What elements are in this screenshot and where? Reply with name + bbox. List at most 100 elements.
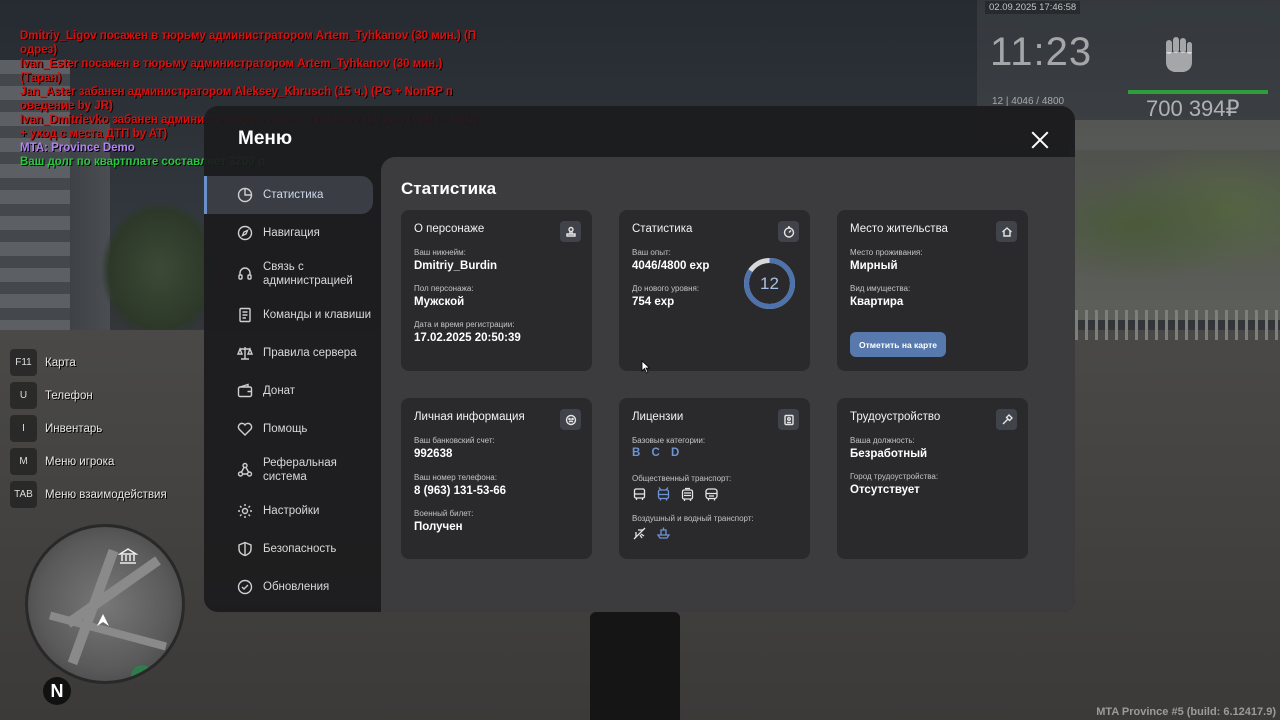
- field-work-city: Город трудоустройства: Отсутствует: [850, 472, 938, 496]
- home-icon: [996, 221, 1017, 242]
- key-cap: M: [10, 448, 37, 475]
- close-button[interactable]: [1028, 128, 1052, 152]
- hud-money: 700 394₽: [1146, 96, 1240, 121]
- boat-icon: [656, 527, 671, 539]
- keyhint-inventory: I Инвентарь: [10, 412, 167, 445]
- sidebar-item-donate[interactable]: Донат: [204, 372, 381, 410]
- field-label: Ваша должность:: [850, 436, 915, 445]
- minimap: [25, 524, 185, 684]
- sidebar-item-navigation[interactable]: Навигация: [204, 214, 381, 252]
- sidebar-item-commands[interactable]: Команды и клавиши: [204, 296, 381, 334]
- license-category: D: [671, 447, 680, 459]
- license-category: B: [632, 447, 641, 459]
- minimap-road: [67, 548, 119, 666]
- field-next-level: До нового уровня: 754 exp: [632, 284, 699, 308]
- field-value: Квартира: [850, 296, 904, 308]
- chat-line: Dmitriy_Ligov посажен в тюрьму администр…: [20, 30, 477, 56]
- card-title: О персонаже: [414, 223, 485, 235]
- document-icon: [237, 307, 253, 323]
- bus-icon: [633, 488, 646, 500]
- sidebar-item-help[interactable]: Помощь: [204, 410, 381, 448]
- tree-left: [100, 200, 220, 340]
- sidebar-item-settings[interactable]: Настройки: [204, 492, 381, 530]
- keyhint-player-menu: M Меню игрока: [10, 445, 167, 478]
- gear-icon: [237, 503, 253, 519]
- card-title: Статистика: [632, 223, 693, 235]
- plane-icon: [633, 527, 646, 540]
- air-water-transport-icons: [632, 526, 671, 541]
- headset-icon: [237, 266, 253, 282]
- field-gender: Пол персонажа: Мужской: [414, 284, 474, 308]
- wallet-icon: [237, 383, 253, 399]
- key-label: Меню игрока: [45, 455, 115, 468]
- sidebar-item-label: Обновления: [263, 581, 330, 593]
- sidebar-item-referral[interactable]: Реферальная система: [204, 448, 381, 492]
- keyhint-map: F11 Карта: [10, 346, 167, 379]
- card-stats: Статистика Ваш опыт: 4046/4800 exp До но…: [619, 210, 810, 371]
- field-label: Ваш никнейм:: [414, 248, 466, 257]
- field-nickname: Ваш никнейм: Dmitriy_Burdin: [414, 248, 497, 272]
- key-cap: F11: [10, 349, 37, 376]
- sidebar-item-updates[interactable]: Обновления: [204, 568, 381, 606]
- field-label: Пол персонажа:: [414, 284, 474, 293]
- keyhint-phone: U Телефон: [10, 379, 167, 412]
- sidebar-item-label: Навигация: [263, 227, 320, 239]
- key-label: Карта: [45, 356, 76, 369]
- shield-icon: [237, 541, 253, 557]
- key-cap: TAB: [10, 481, 37, 508]
- heart-hand-icon: [237, 421, 253, 437]
- field-value: 754 exp: [632, 296, 675, 308]
- trolleybus-icon: [657, 487, 670, 501]
- field-label: До нового уровня:: [632, 284, 700, 293]
- field-registration: Дата и время регистрации: 17.02.2025 20:…: [414, 320, 521, 344]
- compass-icon: [237, 225, 253, 241]
- bank-icon: [118, 548, 138, 564]
- sidebar-item-rules[interactable]: Правила сервера: [204, 334, 381, 372]
- card-title: Место жительства: [850, 223, 948, 235]
- field-label: Дата и время регистрации:: [414, 320, 515, 329]
- field-label: Вид имущества:: [850, 284, 911, 293]
- field-label: Воздушный и водный транспорт:: [632, 514, 754, 523]
- field-label: Ваш номер телефона:: [414, 473, 497, 482]
- field-property: Вид имущества: Квартира: [850, 284, 910, 308]
- field-label: Базовые категории:: [632, 436, 706, 445]
- sidebar-item-admin-contact[interactable]: Связь с администрацией: [204, 252, 381, 296]
- sidebar-item-statistics[interactable]: Статистика: [204, 176, 373, 214]
- field-label: Город трудоустройства:: [850, 472, 939, 481]
- card-character: О персонаже Ваш никнейм: Dmitriy_Burdin …: [401, 210, 592, 371]
- field-air-water-transport: Воздушный и водный транспорт:: [632, 514, 754, 523]
- field-value: Dmitriy_Burdin: [414, 260, 498, 272]
- field-place: Место проживания: Мирный: [850, 248, 922, 272]
- scales-icon: [236, 345, 254, 361]
- trees-right: [1075, 150, 1280, 300]
- key-label: Меню взаимодействия: [45, 488, 167, 501]
- chat-line: Ivan_Ester посажен в тюрьму администрато…: [20, 58, 443, 84]
- key-cap: I: [10, 415, 37, 442]
- license-categories: B C D: [632, 447, 687, 459]
- field-value: 17.02.2025 20:50:39: [414, 332, 521, 344]
- health-bar: [1128, 90, 1268, 94]
- sidebar-item-label: Команды и клавиши: [263, 309, 371, 321]
- menu-title: Меню: [238, 128, 293, 149]
- key-label: Инвентарь: [45, 422, 103, 435]
- build-info: MTA Province #5 (build: 6.12417.9): [1096, 706, 1276, 718]
- minimap-road: [65, 556, 161, 628]
- face-icon: [560, 409, 581, 430]
- sidebar-item-label: Правила сервера: [263, 347, 357, 359]
- field-label: Общественный транспорт:: [632, 474, 732, 483]
- sidebar-item-security[interactable]: Безопасность: [204, 530, 381, 568]
- sidebar-item-label: Помощь: [263, 423, 308, 435]
- id-card-icon: [778, 409, 799, 430]
- mark-on-map-button[interactable]: Отметить на карте: [850, 332, 946, 357]
- sidebar-item-label: Настройки: [263, 505, 320, 517]
- field-value: 992638: [414, 448, 453, 460]
- field-public-transport: Общественный транспорт:: [632, 474, 731, 483]
- sidebar-item-label: Донат: [263, 385, 296, 397]
- sidebar-item-label: Реферальная система: [263, 457, 337, 483]
- menu-window: Меню Статистика Навигация Связь с админи…: [204, 106, 1075, 612]
- field-value: 8 (963) 131-53-66: [414, 485, 507, 497]
- field-bank: Ваш банковский счет: 992638: [414, 436, 495, 460]
- field-base-categories: Базовые категории:: [632, 436, 705, 445]
- hud-date: 02.09.2025 17:46:58: [985, 1, 1081, 14]
- level-number: 12: [760, 273, 779, 293]
